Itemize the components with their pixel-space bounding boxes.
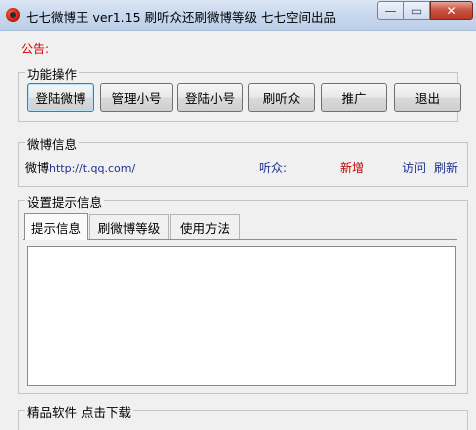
close-button[interactable]: ✕ bbox=[430, 1, 473, 20]
tab-boost-level[interactable]: 刷微博等级 bbox=[89, 214, 169, 239]
exit-button[interactable]: 退出 bbox=[394, 83, 461, 112]
tab-usage[interactable]: 使用方法 bbox=[170, 214, 240, 239]
boost-listeners-button[interactable]: 刷听众 bbox=[248, 83, 315, 112]
downloads-group: 精品软件 点击下载 bbox=[18, 402, 468, 430]
minimize-button[interactable]: — bbox=[377, 1, 404, 20]
settings-group-title: 设置提示信息 bbox=[25, 192, 105, 211]
weibo-label: 微博 bbox=[25, 161, 50, 175]
listeners-label: 听众: bbox=[259, 161, 288, 175]
manage-accounts-button[interactable]: 管理小号 bbox=[100, 83, 173, 112]
visit-link[interactable]: 访问 bbox=[402, 159, 426, 176]
notice-label: 公告: bbox=[21, 42, 50, 56]
weibo-url-link[interactable]: http://t.qq.com/ bbox=[49, 162, 135, 175]
downloads-group-title: 精品软件 点击下载 bbox=[25, 402, 133, 421]
login-accounts-button[interactable]: 登陆小号 bbox=[177, 83, 243, 112]
new-listeners-label: 新增 bbox=[340, 161, 365, 175]
weibo-info-group-title: 微博信息 bbox=[25, 134, 80, 153]
title-bar: 七七微博王 ver1.15 刷听众还刷微博等级 七七空间出品 — ▭ ✕ bbox=[0, 0, 476, 31]
tab-tip-info[interactable]: 提示信息 bbox=[24, 213, 88, 240]
operations-group-title: 功能操作 bbox=[25, 64, 80, 83]
tip-text-area[interactable] bbox=[27, 246, 456, 386]
weibo-account-row: 微博http://t.qq.com/ bbox=[25, 159, 135, 176]
window-title: 七七微博王 ver1.15 刷听众还刷微博等级 七七空间出品 bbox=[26, 10, 336, 25]
refresh-link[interactable]: 刷新 bbox=[434, 159, 458, 176]
login-weibo-button[interactable]: 登陆微博 bbox=[27, 83, 94, 112]
promote-button[interactable]: 推广 bbox=[321, 83, 387, 112]
tab-strip-divider bbox=[23, 239, 457, 240]
app-logo-icon bbox=[6, 8, 20, 22]
maximize-button[interactable]: ▭ bbox=[404, 1, 430, 20]
